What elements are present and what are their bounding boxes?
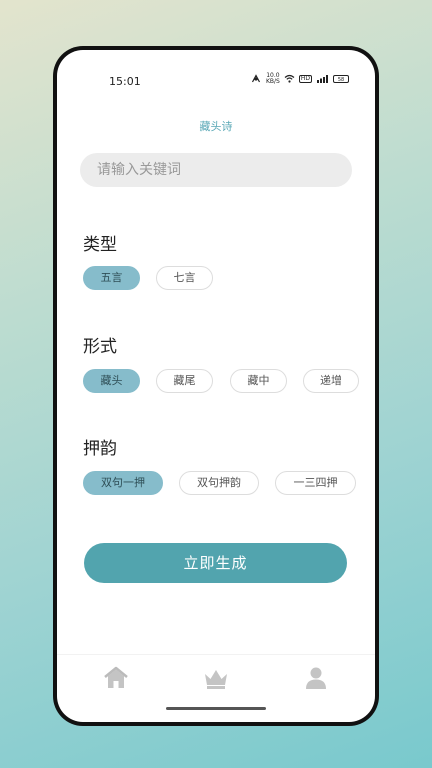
app-screen: 15:01 10.0 KB/S HD 58 藏头诗 类型 五言 七言 <box>57 50 375 722</box>
bottom-nav <box>57 654 375 695</box>
generate-button[interactable]: 立即生成 <box>84 543 347 583</box>
wifi-icon <box>284 74 295 85</box>
status-time: 15:01 <box>109 75 141 88</box>
section-title-type: 类型 <box>83 235 117 255</box>
chip-form-head[interactable]: 藏头 <box>83 369 140 393</box>
chip-rhyme-3[interactable]: 一三四押 <box>275 471 356 495</box>
section-title-form: 形式 <box>83 337 117 357</box>
chip-type-wuyan[interactable]: 五言 <box>83 266 140 290</box>
chip-form-middle[interactable]: 藏中 <box>230 369 287 393</box>
page-title: 藏头诗 <box>199 120 233 133</box>
user-icon <box>303 667 329 695</box>
network-speed: 10.0 KB/S <box>266 73 280 85</box>
phone-frame: 15:01 10.0 KB/S HD 58 藏头诗 类型 五言 七言 <box>53 46 379 726</box>
home-icon <box>103 666 129 695</box>
crown-icon <box>203 670 229 695</box>
nav-home[interactable] <box>103 665 129 691</box>
hotspot-icon <box>250 73 262 85</box>
chip-rhyme-1[interactable]: 双句一押 <box>83 471 163 495</box>
status-icons: 10.0 KB/S HD 58 <box>250 73 349 85</box>
home-indicator[interactable] <box>166 707 266 710</box>
chip-form-tail[interactable]: 藏尾 <box>156 369 213 393</box>
battery-icon: 58 <box>333 75 349 83</box>
chip-form-increment[interactable]: 递增 <box>303 369 359 393</box>
chip-rhyme-2[interactable]: 双句押韵 <box>179 471 259 495</box>
section-title-rhyme: 押韵 <box>83 439 117 459</box>
signal-icon <box>316 74 329 85</box>
nav-profile[interactable] <box>303 665 329 691</box>
nav-vip[interactable] <box>203 665 229 691</box>
chip-type-qiyan[interactable]: 七言 <box>156 266 213 290</box>
network-speed-unit: KB/S <box>265 78 280 85</box>
hd-icon: HD <box>298 75 312 83</box>
search-input[interactable] <box>80 153 352 187</box>
